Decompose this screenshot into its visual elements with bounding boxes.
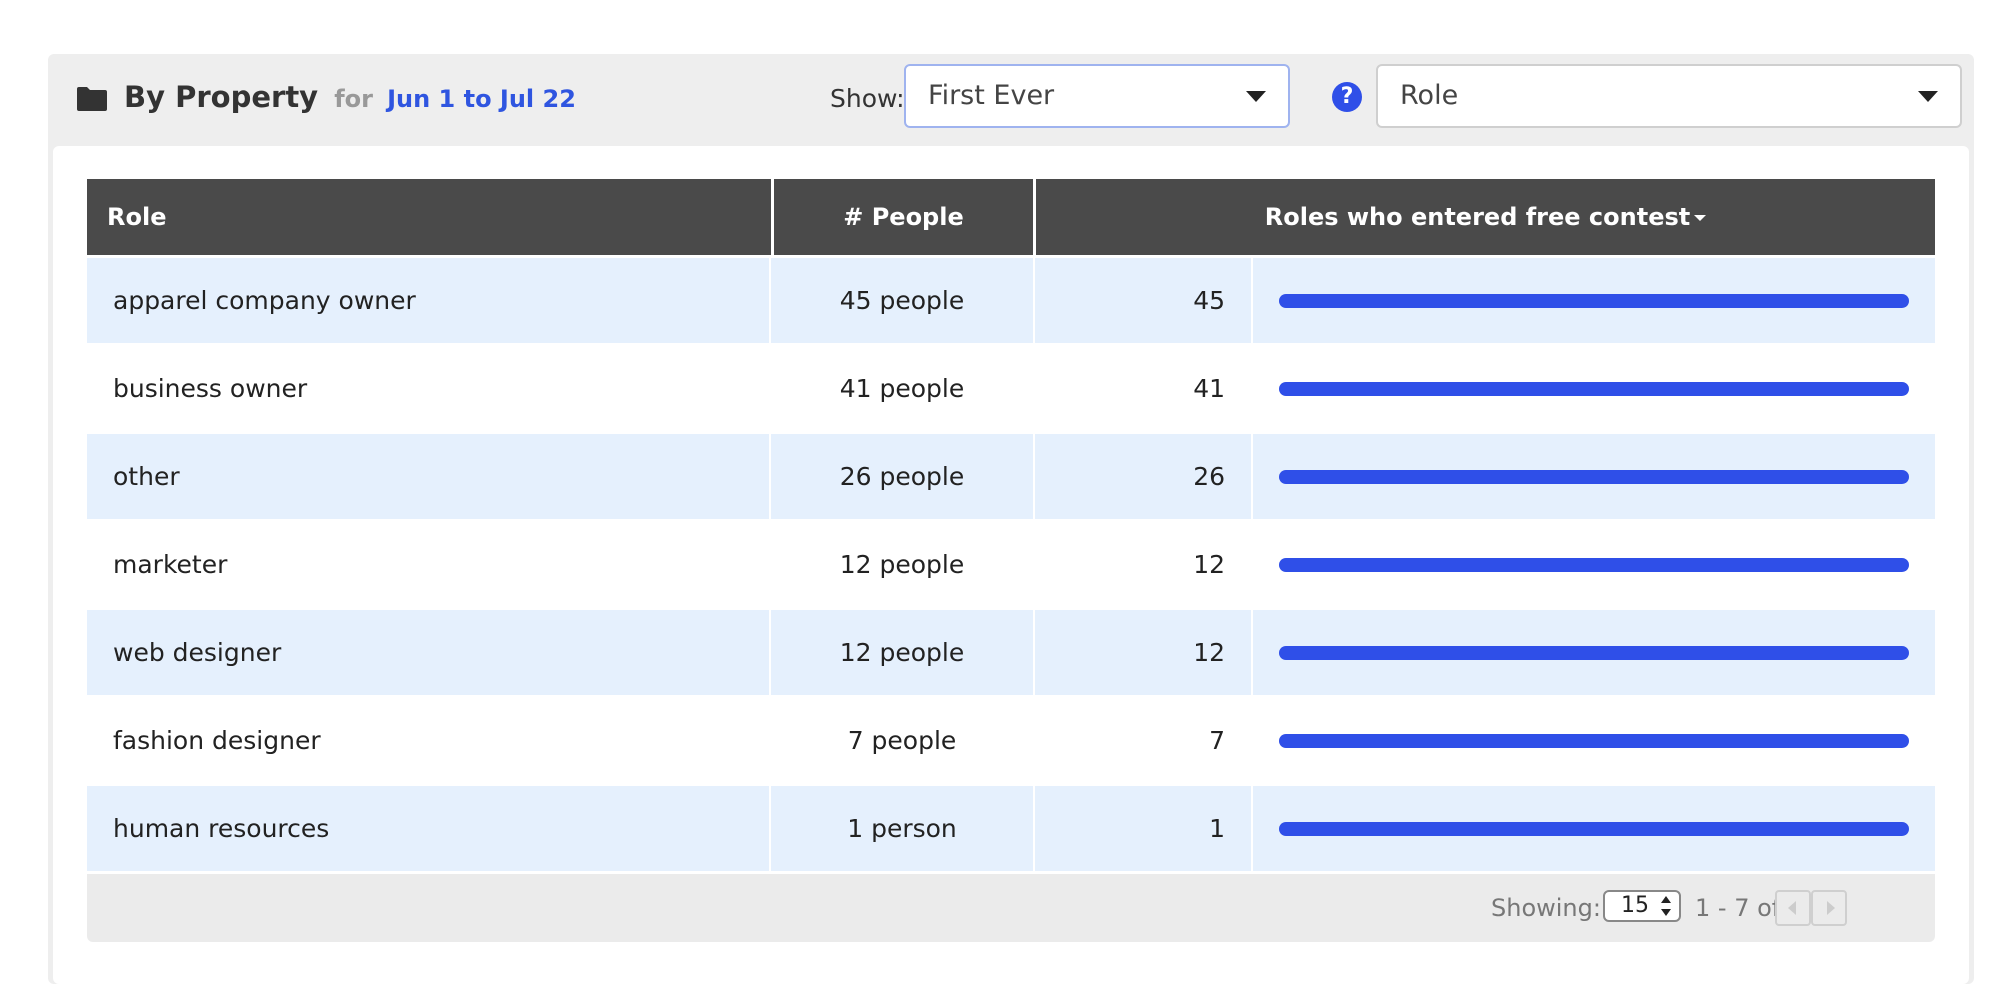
- chevron-right-icon: [1827, 901, 1835, 915]
- roles-table: Role # People Roles who entered free con…: [87, 179, 1935, 942]
- value-cell: 12: [1193, 550, 1225, 579]
- showing-label: Showing:: [1491, 894, 1601, 922]
- bar-cell: [1253, 346, 1935, 431]
- table-row: other 26 people 26: [87, 434, 1935, 519]
- people-cell: 41 people: [839, 374, 965, 403]
- value-bar: [1279, 470, 1909, 484]
- table-row: marketer 12 people 12: [87, 522, 1935, 607]
- column-header-role[interactable]: Role: [87, 179, 769, 255]
- table-row: human resources 1 person 1: [87, 786, 1935, 871]
- table-footer: Showing: 15 1 - 7 of 7: [87, 874, 1935, 942]
- column-header-people[interactable]: # People: [771, 179, 1033, 255]
- table-row: web designer 12 people 12: [87, 610, 1935, 695]
- value-bar: [1279, 646, 1909, 660]
- role-cell: fashion designer: [113, 726, 321, 755]
- show-select[interactable]: First Ever: [904, 64, 1290, 128]
- role-cell: apparel company owner: [87, 258, 769, 343]
- column-header-contest-label: Roles who entered free contest: [1264, 203, 1691, 231]
- bar-cell: [1253, 786, 1935, 871]
- column-header-contest[interactable]: Roles who entered free contest: [1033, 179, 1935, 255]
- show-select-value: First Ever: [928, 80, 1055, 111]
- bar-cell: [1253, 434, 1935, 519]
- bar-cell: [1253, 610, 1935, 695]
- chevron-down-icon: [1918, 91, 1938, 102]
- group-by-select-value: Role: [1400, 80, 1459, 111]
- bar-cell: [1253, 698, 1935, 783]
- title-text: By Property: [124, 80, 319, 114]
- page-size-value: 15: [1621, 893, 1649, 918]
- role-cell: web designer: [87, 610, 769, 695]
- table-row: business owner 41 people 41: [87, 346, 1935, 431]
- role-cell: business owner: [113, 374, 308, 403]
- value-cell: 1: [1035, 786, 1251, 871]
- people-cell: 7 people: [847, 726, 957, 755]
- chevron-left-icon: [1788, 901, 1796, 915]
- role-cell: human resources: [87, 786, 769, 871]
- chevron-down-icon: [1246, 91, 1266, 102]
- people-cell: 12 people: [839, 550, 965, 579]
- people-cell: 12 people: [771, 610, 1033, 695]
- value-bar: [1279, 382, 1909, 396]
- sort-desc-icon: [1694, 215, 1707, 221]
- people-cell: 26 people: [771, 434, 1033, 519]
- stepper-icon: [1661, 896, 1671, 916]
- value-cell: 7: [1209, 726, 1225, 755]
- by-property-panel: By Property for Jun 1 to Jul 22 Show: Fi…: [48, 54, 1974, 984]
- show-label: Show:: [830, 84, 905, 113]
- page-title: By Property for Jun 1 to Jul 22: [124, 80, 576, 114]
- page-size-select[interactable]: 15: [1603, 890, 1681, 922]
- value-bar: [1279, 822, 1909, 836]
- table-header: Role # People Roles who entered free con…: [87, 179, 1935, 255]
- value-cell: 41: [1193, 374, 1225, 403]
- folder-icon: [77, 87, 107, 111]
- people-cell: 45 people: [771, 258, 1033, 343]
- table-row: fashion designer 7 people 7: [87, 698, 1935, 783]
- bar-cell: [1253, 258, 1935, 343]
- date-range-link[interactable]: Jun 1 to Jul 22: [387, 85, 576, 113]
- help-icon[interactable]: ?: [1332, 82, 1362, 112]
- content-area: Role # People Roles who entered free con…: [53, 146, 1969, 984]
- table-row: apparel company owner 45 people 45: [87, 258, 1935, 343]
- group-by-select[interactable]: Role: [1376, 64, 1962, 128]
- bar-cell: [1253, 522, 1935, 607]
- panel-header: By Property for Jun 1 to Jul 22 Show: Fi…: [48, 54, 1974, 146]
- value-cell: 45: [1035, 258, 1251, 343]
- for-label: for: [334, 85, 373, 113]
- next-page-button[interactable]: [1811, 890, 1847, 926]
- people-cell: 1 person: [771, 786, 1033, 871]
- role-cell: marketer: [113, 550, 228, 579]
- value-bar: [1279, 558, 1909, 572]
- value-cell: 26: [1035, 434, 1251, 519]
- prev-page-button[interactable]: [1775, 890, 1811, 926]
- value-bar: [1279, 734, 1909, 748]
- value-cell: 12: [1035, 610, 1251, 695]
- value-bar: [1279, 294, 1909, 308]
- role-cell: other: [87, 434, 769, 519]
